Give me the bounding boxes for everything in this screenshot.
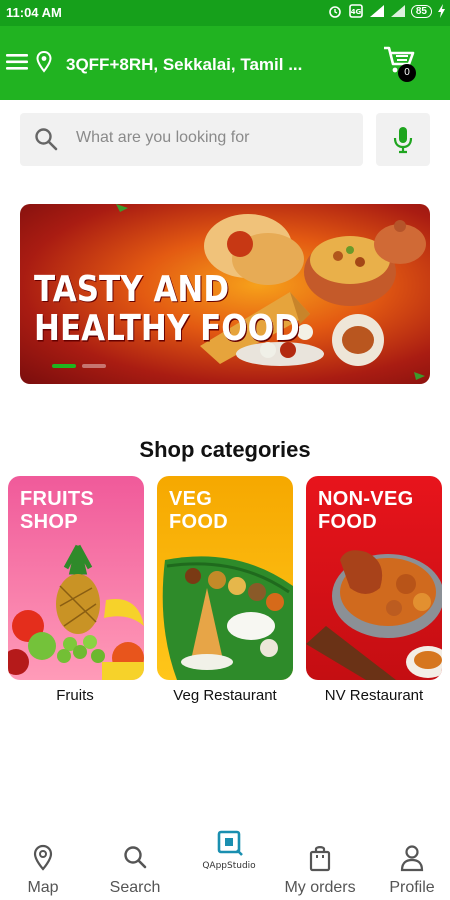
battery-indicator: 85 — [410, 4, 432, 18]
carousel-indicator — [52, 364, 106, 368]
card-title-line1: NON-VEG — [318, 488, 414, 510]
category-card-fruits[interactable]: FRUITS SHOP — [8, 476, 144, 680]
card-title-line1: FRUITS — [20, 488, 95, 510]
nav-item-search[interactable]: Search — [90, 844, 180, 897]
card-title-line2: FOOD — [318, 511, 377, 533]
nav-item-my-orders[interactable]: My orders — [275, 844, 365, 897]
menu-icon[interactable] — [6, 53, 30, 71]
category-card-veg-restaurant[interactable]: VEG FOOD — [157, 476, 293, 680]
map-pin-icon — [33, 844, 53, 871]
category-label-veg-restaurant[interactable]: Veg Restaurant — [150, 687, 300, 704]
shopping-bag-icon — [309, 846, 331, 872]
status-bar: 11:04 AM 4G 85 — [0, 0, 450, 26]
qappstudio-logo-icon — [217, 830, 243, 856]
nav-item-map[interactable]: Map — [0, 844, 88, 897]
svg-text:4G: 4G — [351, 8, 362, 16]
charging-icon — [438, 4, 445, 18]
section-title: Shop categories — [139, 437, 311, 462]
promo-banner[interactable]: TASTY AND HEALTHY FOOD — [20, 204, 430, 384]
alarm-icon — [329, 6, 341, 18]
voice-search-button[interactable] — [376, 113, 430, 166]
nav-item-profile[interactable]: Profile — [367, 844, 450, 897]
signal-icon-2 — [390, 5, 405, 17]
card-title-line1: VEG — [169, 488, 213, 510]
app-header: 3QFF+8RH, Sekkalai, Tamil ... 0 — [0, 26, 450, 100]
search-bar[interactable] — [20, 113, 363, 166]
category-card-title: FRUITS SHOP — [20, 488, 94, 534]
search-input[interactable] — [76, 129, 346, 147]
carousel-dot[interactable] — [82, 364, 106, 368]
category-label-fruits[interactable]: Fruits — [0, 687, 150, 704]
nav-label-profile: Profile — [389, 879, 435, 896]
category-card-nv-restaurant[interactable]: NON-VEG FOOD — [306, 476, 442, 680]
status-icons: 4G 85 — [327, 4, 446, 18]
microphone-icon — [393, 127, 413, 154]
category-label-nv-restaurant[interactable]: NV Restaurant — [299, 687, 449, 704]
status-time: 11:04 AM — [6, 5, 62, 20]
nav-label-my-orders: My orders — [284, 879, 356, 896]
banner-title-line2: HEALTHY FOOD — [34, 307, 300, 350]
cart-count-badge: 0 — [398, 64, 416, 82]
delivery-address[interactable]: 3QFF+8RH, Sekkalai, Tamil ... — [66, 55, 302, 75]
banner-title: TASTY AND HEALTHY FOOD — [34, 270, 300, 348]
carousel-dot-active[interactable] — [52, 364, 76, 368]
category-card-title: NON-VEG FOOD — [318, 488, 413, 534]
card-title-line2: FOOD — [169, 511, 228, 533]
person-icon — [400, 845, 424, 872]
nav-label-map: Map — [27, 879, 59, 896]
card-title-line2: SHOP — [20, 511, 78, 533]
brand-name: QAppStudio — [202, 861, 256, 871]
search-icon — [35, 128, 58, 151]
brand-logo[interactable]: QAppStudio — [196, 828, 262, 871]
search-icon — [124, 846, 147, 869]
sim-icon: 4G — [349, 4, 363, 18]
signal-icon — [369, 5, 384, 17]
category-card-title: VEG FOOD — [169, 488, 228, 534]
location-pin-icon[interactable] — [36, 51, 52, 73]
nav-label-search: Search — [109, 879, 161, 896]
banner-title-line1: TASTY AND — [34, 268, 230, 311]
